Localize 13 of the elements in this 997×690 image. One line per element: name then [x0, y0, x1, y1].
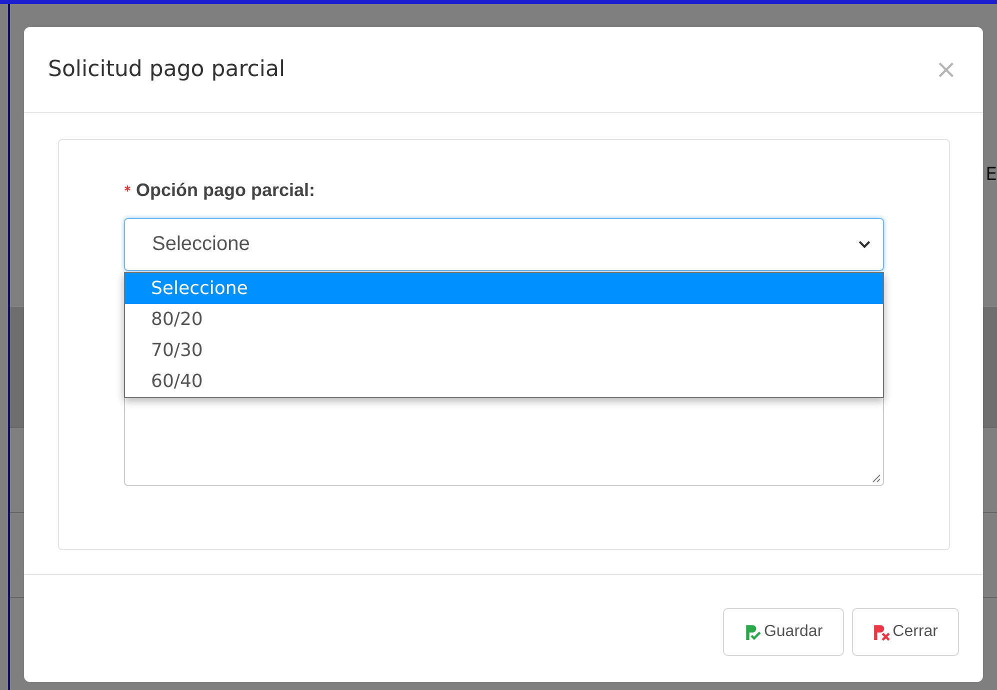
field-label: Opción pago parcial:: [136, 180, 316, 201]
dropdown-field[interactable]: Seleccione: [124, 218, 884, 271]
cross-icon: [872, 624, 890, 640]
dropdown-option[interactable]: 60/40: [125, 366, 883, 397]
dropdown-option[interactable]: 80/20: [125, 304, 883, 335]
save-button[interactable]: Guardar: [722, 608, 844, 656]
check-icon: [744, 624, 761, 640]
resize-handle-icon[interactable]: [871, 473, 881, 483]
close-button[interactable]: Cerrar: [852, 608, 959, 656]
caret-icon: [858, 240, 871, 249]
dropdown-option[interactable]: 70/30: [125, 335, 883, 366]
table-heading: E: [986, 164, 997, 185]
dialog-title: Solicitud pago parcial: [48, 57, 286, 82]
